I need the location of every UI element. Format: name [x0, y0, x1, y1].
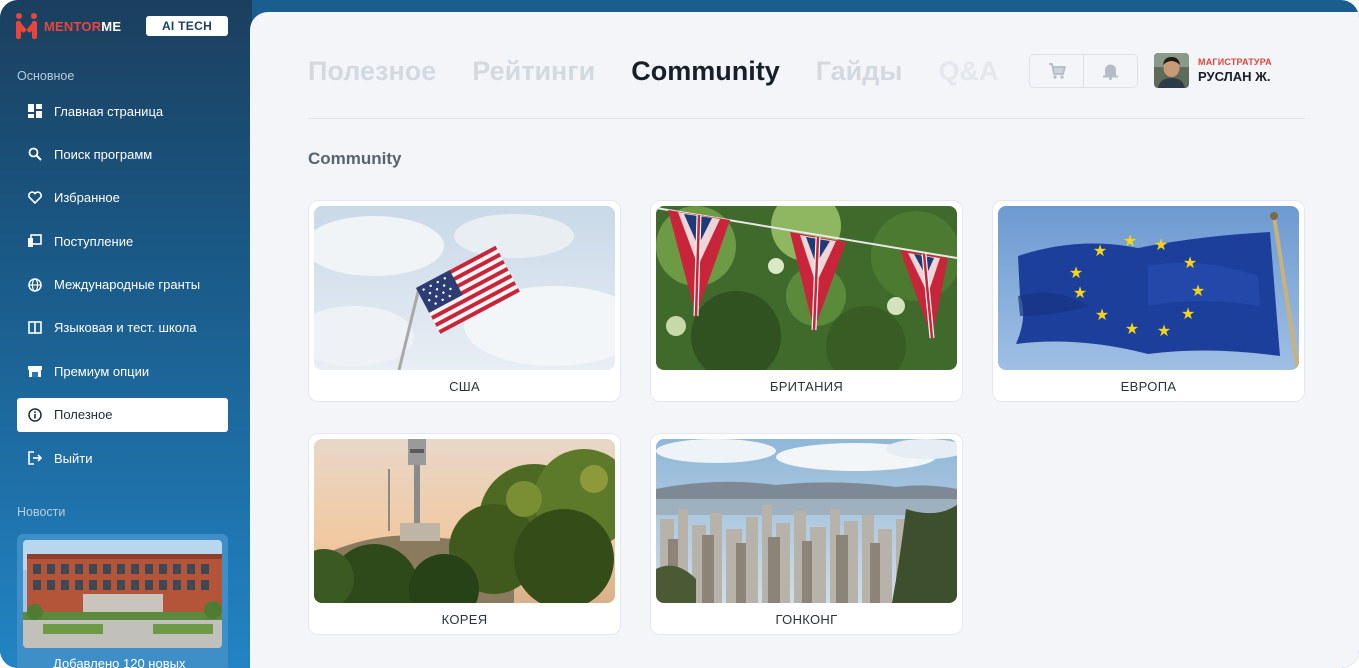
bell-icon [1103, 63, 1118, 80]
sidebar-item-label: Поступление [54, 233, 134, 249]
svg-text:★: ★ [1095, 307, 1109, 324]
logout-icon [27, 450, 43, 466]
app-window: MENTORME AI TECH Основное Главная страни… [0, 0, 1359, 668]
card-label: США [449, 379, 480, 394]
korea-tower-image [314, 439, 615, 603]
svg-text:★: ★ [1157, 323, 1171, 340]
user-role: МАГИСТРАТУРА [1198, 57, 1272, 67]
dashboard-icon [27, 103, 43, 119]
card-label: КОРЕЯ [441, 612, 488, 627]
sidebar-item-language-school[interactable]: Языковая и тест. школа [17, 311, 228, 345]
cart-button[interactable] [1030, 55, 1083, 87]
news-text: Добавлено 120 новых [53, 656, 186, 668]
tab-qa[interactable]: Q&A [938, 56, 998, 87]
brand-logo[interactable]: MENTORME [16, 12, 121, 40]
store-icon [27, 363, 43, 379]
sidebar-item-search[interactable]: Поиск программ [17, 137, 228, 171]
svg-text:★: ★ [1154, 237, 1168, 254]
svg-text:★: ★ [1125, 321, 1139, 338]
sidebar-item-label: Языковая и тест. школа [54, 320, 197, 336]
community-card-europe[interactable]: ★ ★ ★ ★ ★ ★ ★ ★ ★ ★ ★ ЕВРОПА [992, 200, 1305, 402]
page-title: Community [308, 149, 402, 168]
header-divider [308, 118, 1305, 119]
section-label-news: Новости [17, 505, 66, 519]
globe-icon [27, 277, 43, 293]
hongkong-city-image [656, 439, 957, 603]
svg-text:★: ★ [1073, 285, 1087, 302]
brand-name: MENTORME [44, 18, 122, 34]
sidebar-item-label: Избранное [54, 190, 120, 206]
svg-text:★: ★ [1069, 265, 1083, 282]
svg-text:★: ★ [1183, 255, 1197, 272]
ai-tech-badge[interactable]: AI TECH [146, 16, 228, 36]
community-card-korea[interactable]: КОРЕЯ [308, 433, 621, 635]
sidebar-item-favorites[interactable]: Избранное [17, 181, 228, 215]
britain-flag-image [656, 206, 957, 370]
main-content: Полезное Рейтинги Community Гайды Q&A МА… [250, 12, 1359, 668]
sidebar-item-label: Премиум опции [54, 363, 150, 379]
sidebar: MENTORME AI TECH Основное Главная страни… [0, 0, 252, 668]
book-icon [27, 320, 43, 336]
header-actions [1029, 54, 1138, 88]
user-info: МАГИСТРАТУРА РУСЛАН Ж. [1198, 57, 1272, 84]
card-label: ГОНКОНГ [775, 612, 838, 627]
news-image [23, 540, 222, 648]
heart-icon [27, 190, 43, 206]
svg-text:★: ★ [1123, 233, 1137, 250]
sidebar-item-logout[interactable]: Выйти [17, 441, 228, 475]
avatar [1154, 53, 1189, 88]
tab-useful[interactable]: Полезное [308, 56, 436, 87]
admission-icon [27, 233, 43, 249]
svg-text:★: ★ [1191, 283, 1205, 300]
card-label: ЕВРОПА [1120, 379, 1177, 394]
tab-bar: Полезное Рейтинги Community Гайды Q&A [308, 56, 1034, 87]
sidebar-item-premium[interactable]: Премиум опции [17, 354, 228, 388]
svg-text:★: ★ [1093, 243, 1107, 260]
sidebar-item-label: Главная страница [54, 103, 164, 119]
community-card-hongkong[interactable]: ГОНКОНГ [650, 433, 963, 635]
sidebar-item-label: Поиск программ [54, 146, 153, 162]
user-name: РУСЛАН Ж. [1198, 69, 1271, 84]
tab-guides[interactable]: Гайды [816, 56, 903, 87]
logo-mark-icon [16, 13, 38, 39]
notifications-button[interactable] [1083, 55, 1137, 87]
sidebar-item-label: Выйти [54, 450, 93, 466]
tab-community[interactable]: Community [631, 56, 780, 87]
svg-text:★: ★ [1181, 306, 1195, 323]
section-label-main: Основное [17, 69, 75, 83]
info-icon [27, 407, 43, 423]
tab-ratings[interactable]: Рейтинги [472, 56, 595, 87]
cart-icon [1048, 63, 1066, 79]
news-card[interactable]: Добавлено 120 новых [17, 534, 228, 668]
eu-flag-image: ★ ★ ★ ★ ★ ★ ★ ★ ★ ★ ★ [998, 206, 1299, 370]
user-profile[interactable]: МАГИСТРАТУРА РУСЛАН Ж. [1154, 53, 1272, 88]
card-label: БРИТАНИЯ [769, 379, 844, 394]
sidebar-item-label: Международные гранты [54, 277, 201, 293]
community-card-britain[interactable]: БРИТАНИЯ [650, 200, 963, 402]
sidebar-item-useful[interactable]: Полезное [17, 397, 228, 432]
sidebar-item-grants[interactable]: Международные гранты [17, 268, 228, 302]
sidebar-item-home[interactable]: Главная страница [17, 94, 228, 128]
search-icon [27, 146, 43, 162]
sidebar-item-label: Полезное [54, 407, 113, 423]
usa-flag-image [314, 206, 615, 370]
sidebar-nav: Главная страница Поиск программ Избранно… [17, 94, 228, 485]
sidebar-item-admission[interactable]: Поступление [17, 224, 228, 258]
community-card-usa[interactable]: США [308, 200, 621, 402]
